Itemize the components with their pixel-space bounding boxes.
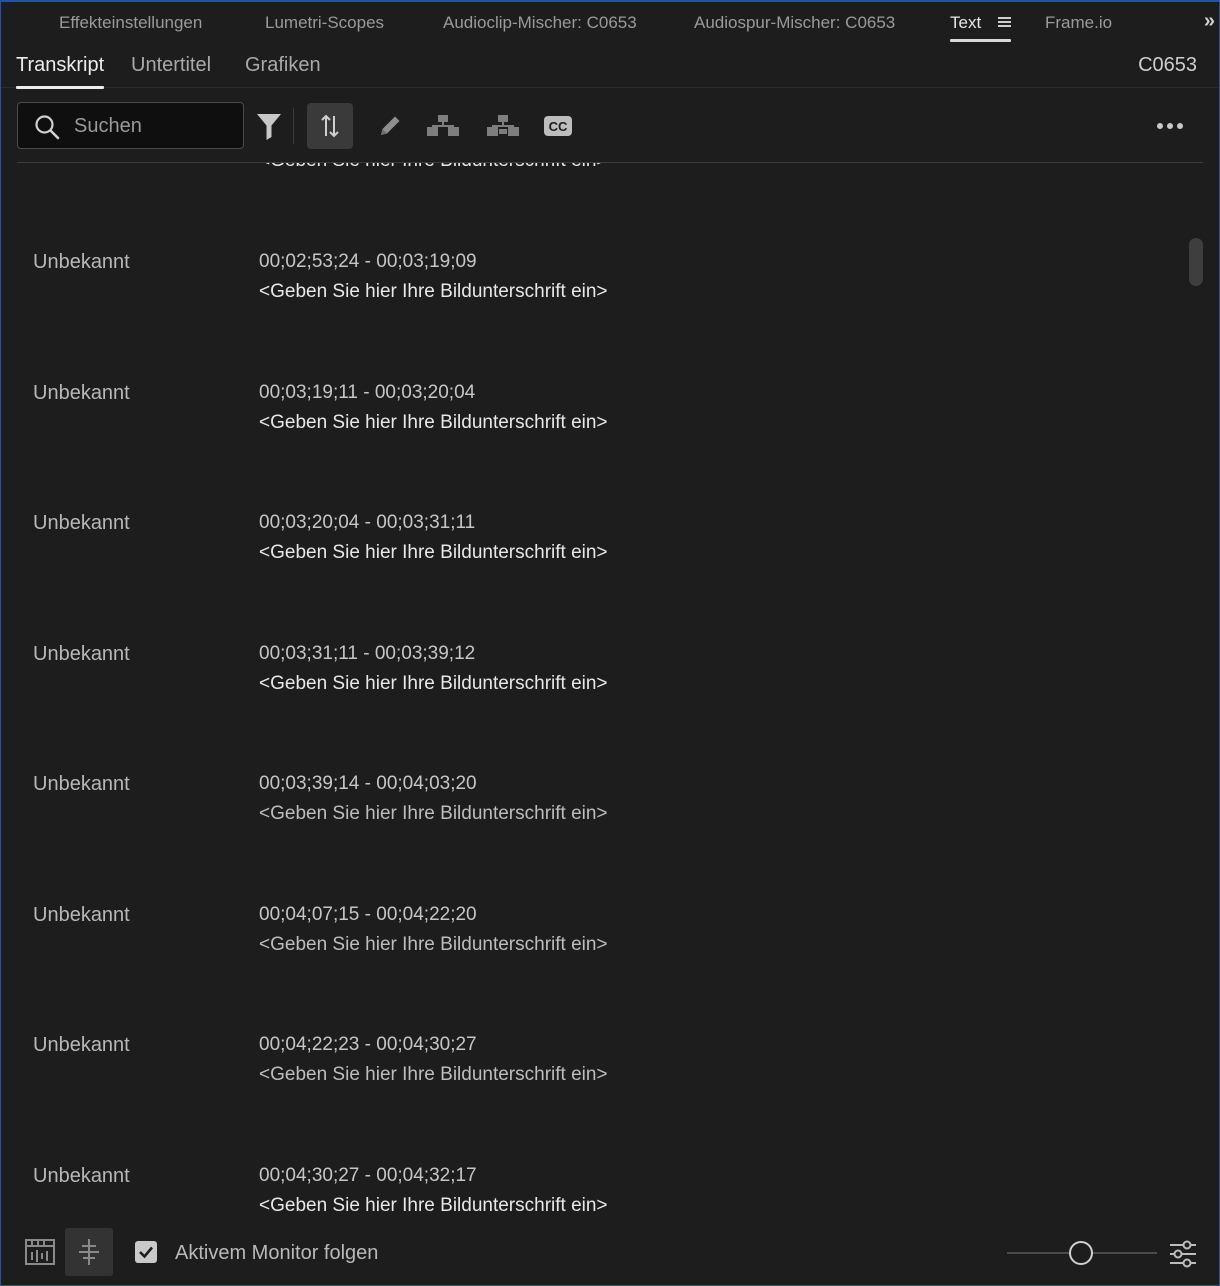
more-options-button[interactable] [1147, 103, 1193, 149]
tab-transkript[interactable]: Transkript [16, 54, 105, 89]
transcript-list: <Geben Sie hier Ihre Bildunterschrift ei… [1, 163, 1191, 1215]
search-icon [35, 115, 60, 140]
speaker-label[interactable]: Unbekannt [33, 643, 130, 666]
follow-monitor-label: Aktivem Monitor folgen [175, 1242, 379, 1264]
split-segment-button[interactable] [420, 103, 466, 149]
tab-overflow-chevron-icon[interactable]: » [1204, 10, 1215, 33]
speaker-label[interactable]: Unbekannt [33, 1165, 130, 1188]
tab-audioclip-mischer[interactable]: Audioclip-Mischer: C0653 [443, 13, 637, 33]
follow-monitor-checkbox[interactable] [135, 1241, 157, 1263]
sliders-icon [1170, 1240, 1196, 1268]
list-item[interactable]: Unbekannt 00;04;07;15 - 00;04;22;20 <Geb… [1, 904, 1191, 1034]
bottom-bar: Aktivem Monitor folgen [1, 1220, 1219, 1285]
caption-text[interactable]: <Geben Sie hier Ihre Bildunterschrift ei… [259, 673, 608, 695]
clip-name: C0653 [1138, 54, 1197, 76]
timecode: 00;04;22;23 - 00;04;30;27 [259, 1034, 477, 1055]
tab-lumetri-scopes[interactable]: Lumetri-Scopes [265, 13, 384, 33]
create-captions-button[interactable]: CC [535, 103, 581, 149]
filter-icon [257, 114, 281, 140]
tab-text-label: Text [950, 13, 982, 32]
timecode: 00;04;30;27 - 00;04;32;17 [259, 1165, 477, 1186]
cc-icon: CC [544, 116, 572, 136]
split-arrows-icon [321, 114, 339, 138]
caption-text[interactable]: <Geben Sie hier Ihre Bildunterschrift ei… [259, 412, 608, 434]
list-item[interactable]: Unbekannt 00;03;31;11 - 00;03;39;12 <Geb… [1, 643, 1191, 773]
speaker-label[interactable]: Unbekannt [33, 1034, 130, 1057]
scrollbar-thumb[interactable] [1189, 238, 1203, 286]
tab-audiospur-mischer[interactable]: Audiospur-Mischer: C0653 [694, 13, 895, 33]
split-merge-button[interactable] [307, 103, 353, 149]
sequence-view-button[interactable] [17, 1228, 65, 1276]
timecode: 00;03;19;11 - 00;03;20;04 [259, 382, 476, 403]
tab-effekteinstellungen[interactable]: Effekteinstellungen [59, 13, 202, 33]
tab-untertitel[interactable]: Untertitel [131, 54, 211, 77]
list-item[interactable]: Unbekannt 00;02;53;24 - 00;03;19;09 <Geb… [1, 251, 1191, 381]
list-item-partial: <Geben Sie hier Ihre Bildunterschrift ei… [1, 163, 1191, 183]
list-item[interactable]: Unbekannt 00;03;20;04 - 00;03;31;11 <Geb… [1, 512, 1191, 642]
checkmark-icon [139, 1246, 153, 1259]
panel-tab-bar: Effekteinstellungen Lumetri-Scopes Audio… [1, 2, 1219, 44]
timecode: 00;04;07;15 - 00;04;22;20 [259, 904, 477, 925]
tab-grafiken[interactable]: Grafiken [245, 54, 321, 77]
transcript-settings-button[interactable] [1167, 1238, 1199, 1270]
caption-text[interactable]: <Geben Sie hier Ihre Bildunterschrift ei… [259, 281, 608, 303]
clip-view-button[interactable] [65, 1228, 113, 1276]
speaker-label[interactable]: Unbekannt [33, 512, 130, 535]
waveform-icon [79, 1239, 99, 1265]
list-item[interactable]: Unbekannt 00;04;22;23 - 00;04;30;27 <Geb… [1, 1034, 1191, 1164]
speaker-label[interactable]: Unbekannt [33, 904, 130, 927]
pencil-icon [381, 116, 400, 135]
search-input[interactable] [74, 111, 234, 141]
list-item[interactable]: Unbekannt 00;04;30;27 - 00;04;32;17 <Geb… [1, 1165, 1191, 1215]
timecode: 00;03;31;11 - 00;03;39;12 [259, 643, 476, 664]
toolbar: CC [1, 90, 1219, 163]
speaker-label[interactable]: Unbekannt [33, 382, 130, 405]
caption-text[interactable]: <Geben Sie hier Ihre Bildunterschrift ei… [259, 542, 608, 564]
merge-segments-icon [487, 115, 519, 136]
timecode: 00;03;39;14 - 00;04;03;20 [259, 773, 477, 794]
speaker-label[interactable]: Unbekannt [33, 773, 130, 796]
timecode: 00;02;53;24 - 00;03;19;09 [259, 251, 477, 272]
tab-frame-io[interactable]: Frame.io [1045, 13, 1112, 33]
list-item[interactable]: Unbekannt 00;03;19;11 - 00;03;20;04 <Geb… [1, 382, 1191, 512]
tab-text[interactable]: Text [950, 13, 1012, 42]
panel-menu-icon[interactable] [998, 16, 1012, 28]
list-item[interactable]: Unbekannt 00;03;39;14 - 00;04;03;20 <Geb… [1, 773, 1191, 903]
tab-transkript-label: Transkript [16, 54, 105, 76]
zoom-slider-handle[interactable] [1069, 1241, 1093, 1265]
caption-text[interactable]: <Geben Sie hier Ihre Bildunterschrift ei… [259, 1064, 608, 1086]
active-subtab-indicator [16, 86, 105, 89]
caption-text[interactable]: <Geben Sie hier Ihre Bildunterschrift ei… [259, 803, 608, 825]
edit-button[interactable] [367, 103, 413, 149]
search-box[interactable] [17, 102, 244, 149]
active-tab-indicator [950, 39, 1012, 42]
speaker-label[interactable]: Unbekannt [33, 251, 130, 274]
more-dots-icon [1157, 123, 1183, 129]
text-panel: Effekteinstellungen Lumetri-Scopes Audio… [0, 0, 1220, 1286]
caption-text[interactable]: <Geben Sie hier Ihre Bildunterschrift ei… [259, 1195, 608, 1215]
svg-text:CC: CC [549, 119, 568, 134]
timecode: 00;03;20;04 - 00;03;31;11 [259, 512, 476, 533]
filter-button[interactable] [246, 103, 292, 149]
merge-segments-button[interactable] [480, 103, 526, 149]
caption-text[interactable]: <Geben Sie hier Ihre Bildunterschrift ei… [259, 163, 608, 172]
film-strip-icon [25, 1239, 55, 1265]
sub-tab-bar: Transkript Untertitel Grafiken C0653 [1, 44, 1219, 89]
split-segment-icon [427, 115, 459, 136]
caption-text[interactable]: <Geben Sie hier Ihre Bildunterschrift ei… [259, 934, 608, 956]
